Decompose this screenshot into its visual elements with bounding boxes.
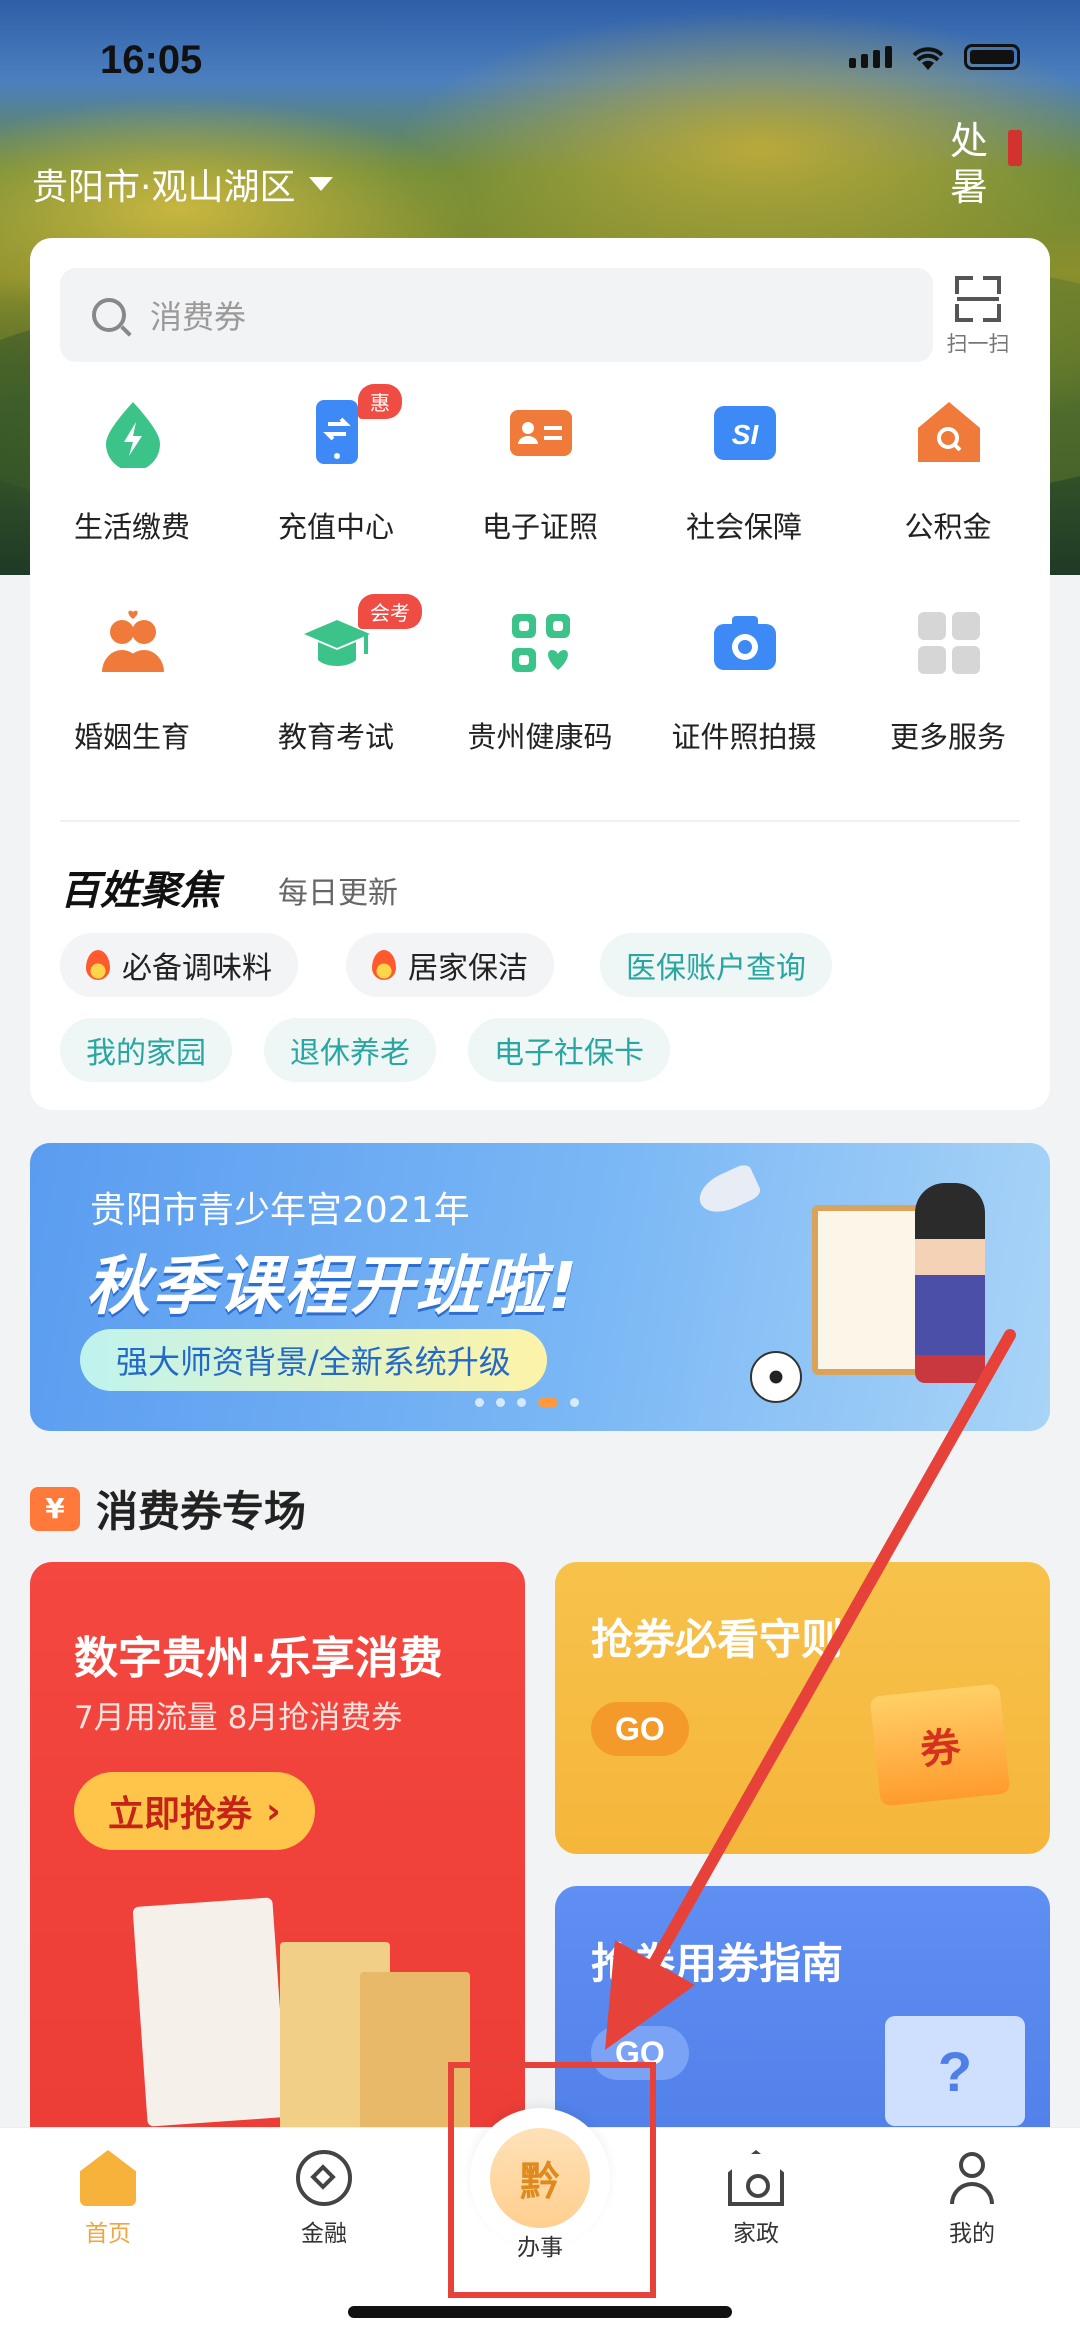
home-indicator [348,2306,732,2318]
annotation-arrow [605,1329,1016,2050]
annotation-highlight-box [448,2062,656,2298]
